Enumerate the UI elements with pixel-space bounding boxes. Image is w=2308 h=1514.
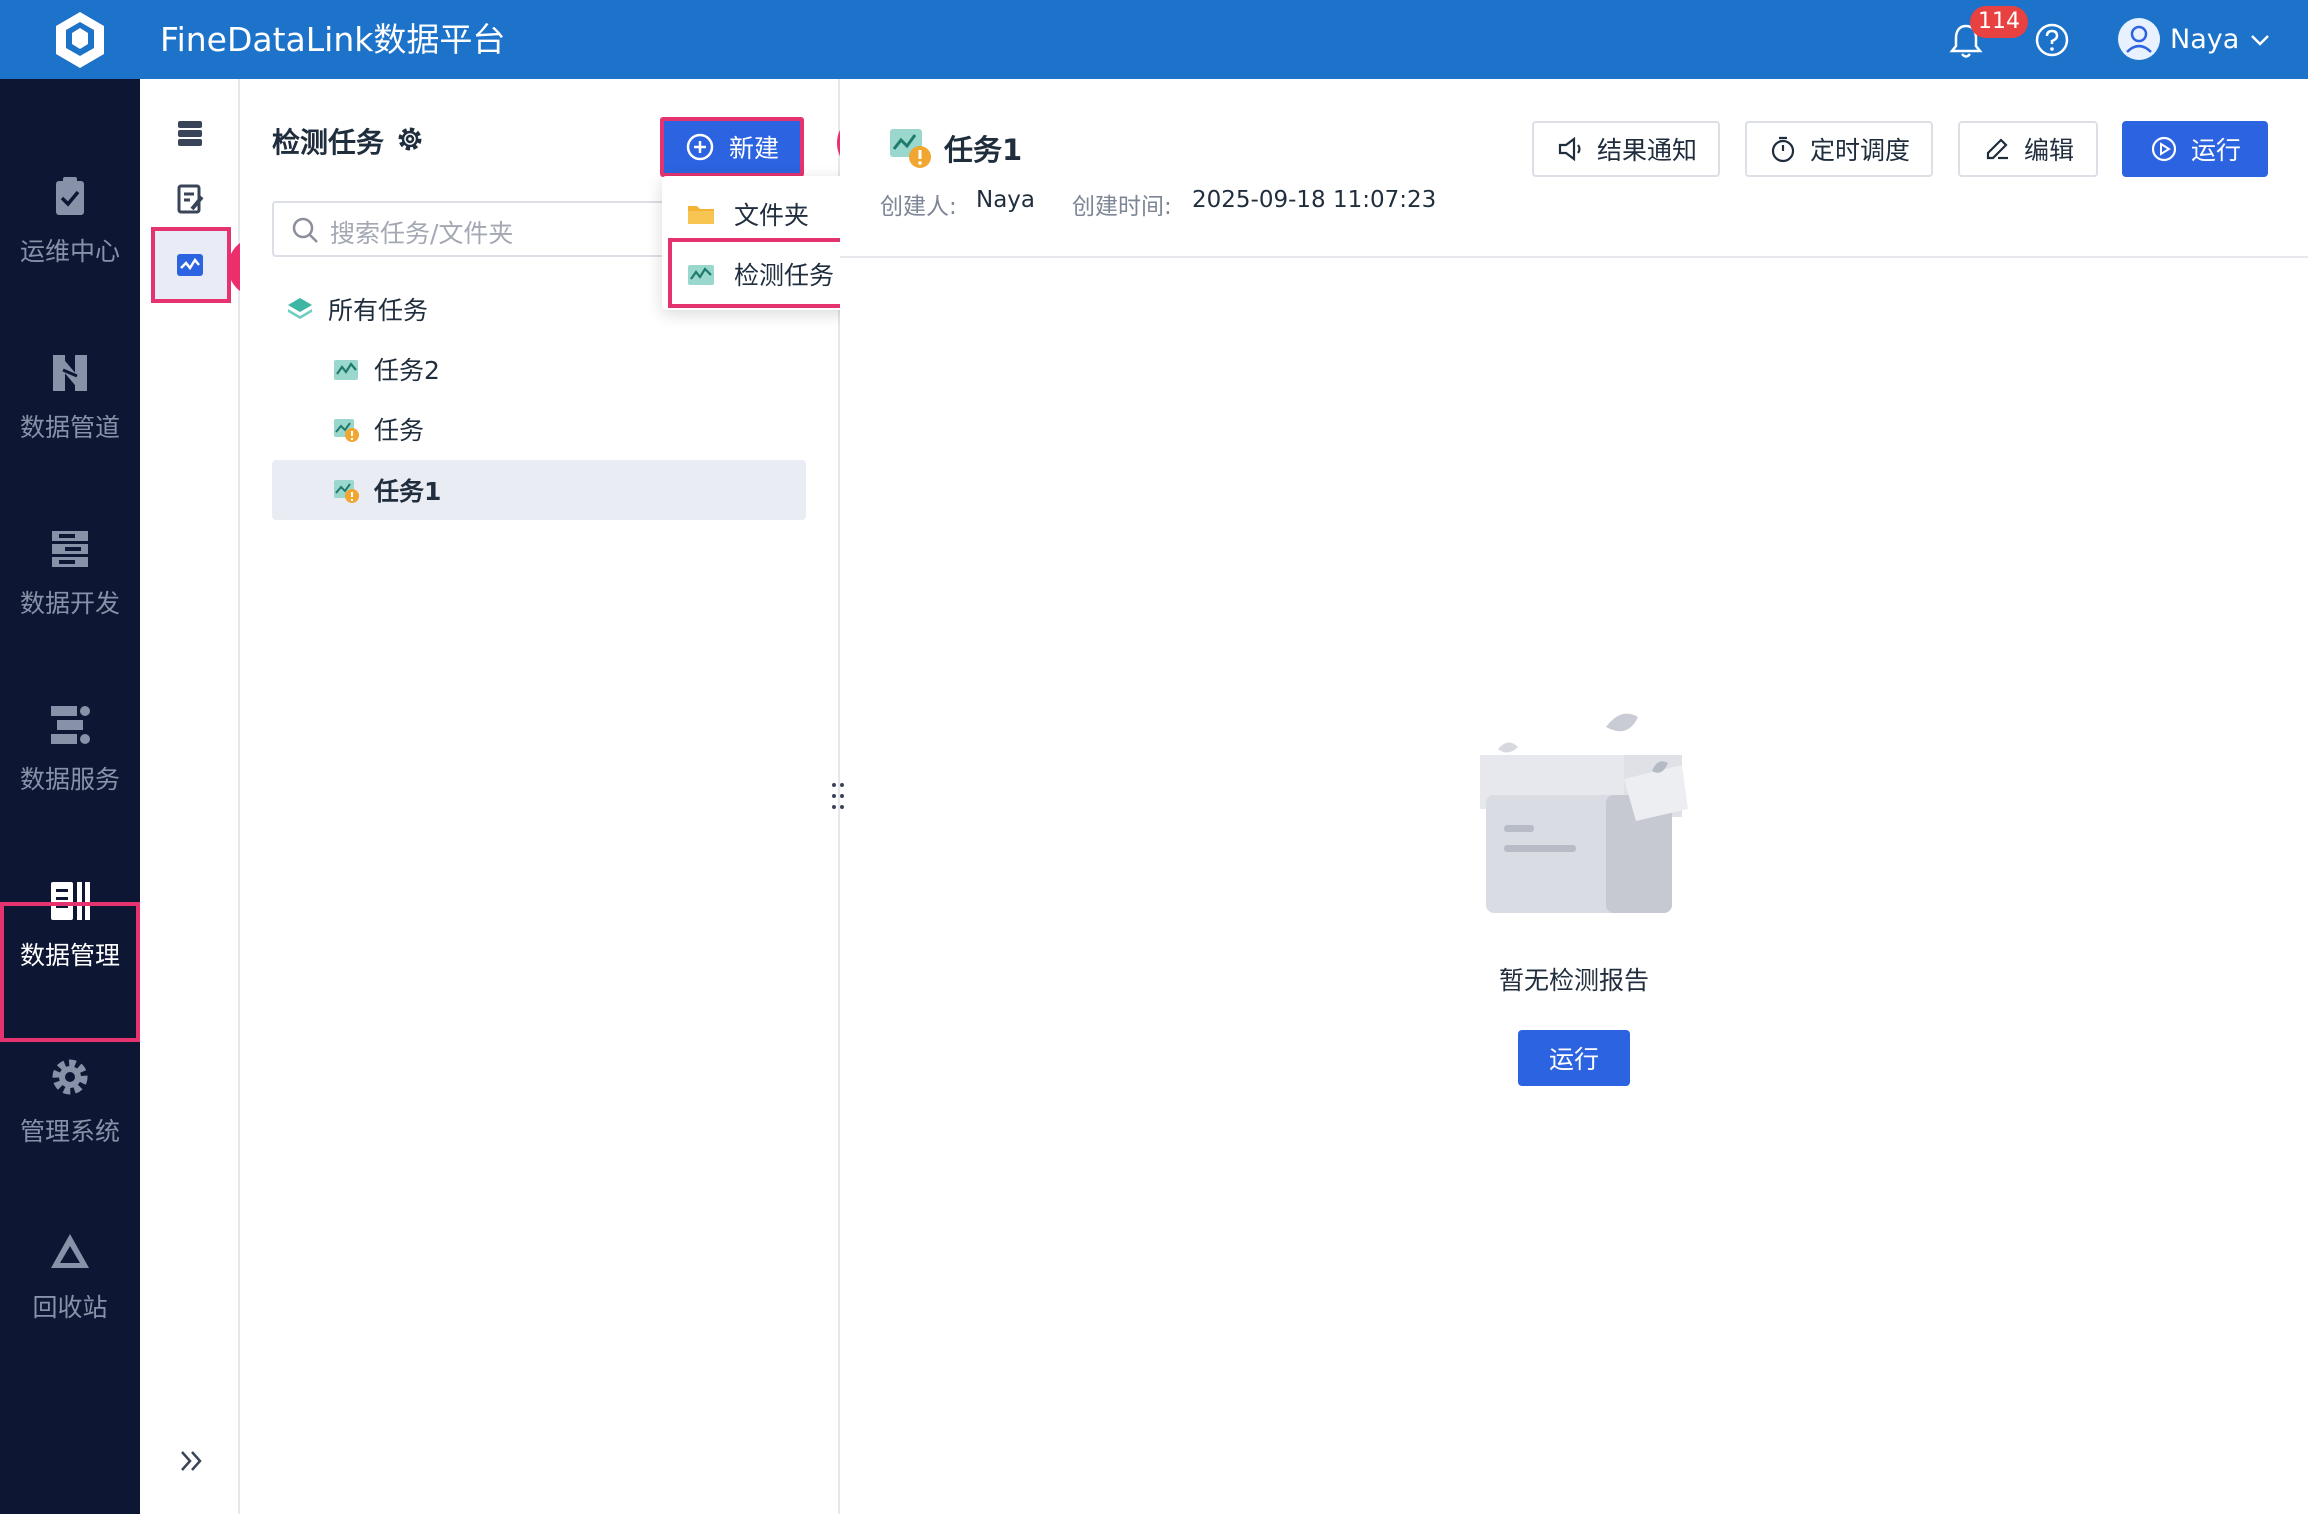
nav-item-recycle[interactable]: 回收站 — [0, 1209, 140, 1345]
layers-icon — [288, 298, 312, 319]
nav-item-dev[interactable]: 数据开发 — [0, 505, 140, 641]
tree-item-label: 任务 — [374, 416, 425, 445]
panel-title: 检测任务 — [272, 126, 385, 159]
username[interactable]: Naya — [2170, 20, 2239, 60]
search-placeholder: 搜索任务/文件夹 — [330, 219, 514, 248]
drag-handle-icon[interactable] — [828, 779, 848, 813]
nav-item-system[interactable]: 管理系统 — [0, 1033, 140, 1169]
edit-button-label: 编辑 — [2023, 136, 2074, 165]
tree-root[interactable]: 所有任务 — [286, 280, 428, 338]
menu-item-label: 文件夹 — [734, 201, 810, 230]
task-title: 任务1 — [944, 133, 1023, 167]
menu-item-folder[interactable]: 文件夹 — [662, 184, 852, 244]
created-time-value: 2025-09-18 11:07:23 — [1192, 187, 1437, 213]
play-circle-icon — [2151, 136, 2177, 162]
chevron-down-icon[interactable] — [2246, 26, 2274, 54]
app-logo-icon[interactable] — [48, 8, 112, 72]
task-warning-icon — [334, 480, 359, 503]
highlight-box — [0, 902, 140, 1042]
recycle-icon — [51, 1234, 89, 1268]
creator-value: Naya — [976, 187, 1036, 213]
tree-item-label: 任务1 — [374, 477, 442, 506]
top-bar: FineDataLink数据平台 114 Naya — [0, 0, 2308, 79]
sub-sidebar: 2 — [140, 79, 288, 1514]
pipeline-icon — [53, 355, 87, 391]
task-warning-icon — [334, 419, 359, 442]
divider — [840, 256, 2308, 258]
search-input[interactable]: 搜索任务/文件夹 — [272, 201, 692, 257]
tree-root-label: 所有任务 — [328, 296, 429, 325]
task-chart-icon — [334, 360, 358, 380]
doc-edit-icon[interactable] — [168, 177, 212, 221]
user-icon — [2126, 25, 2152, 53]
help-icon[interactable] — [2032, 20, 2072, 60]
timer-icon — [1771, 136, 1795, 163]
empty-box-illustration — [1480, 713, 1688, 913]
tree-item[interactable]: 任务2 — [332, 340, 440, 398]
service-icon — [51, 706, 90, 744]
nav-label: 数据管道 — [19, 413, 120, 442]
search-icon — [292, 217, 318, 243]
nav-label: 回收站 — [32, 1293, 108, 1322]
dev-icon — [52, 531, 88, 567]
expand-icon[interactable] — [174, 1443, 210, 1479]
database-icon[interactable] — [168, 111, 212, 155]
nav-label: 管理系统 — [19, 1117, 120, 1146]
new-button-label: 新建 — [728, 134, 779, 163]
avatar[interactable] — [2118, 18, 2160, 60]
schedule-button[interactable]: 定时调度 — [1745, 121, 1933, 177]
task-warning-icon — [890, 129, 931, 168]
nav-item-service[interactable]: 数据服务 — [0, 681, 140, 817]
new-button[interactable]: 新建 — [660, 117, 804, 177]
created-time-label: 创建时间: — [1072, 194, 1172, 220]
highlight-box — [151, 227, 231, 303]
empty-run-button[interactable]: 运行 — [1518, 1030, 1630, 1086]
nav-label: 数据服务 — [19, 765, 120, 794]
nav-label: 运维中心 — [19, 237, 120, 266]
notify-button[interactable]: 结果通知 — [1532, 121, 1720, 177]
gear-icon — [52, 1059, 88, 1095]
empty-state-text: 暂无检测报告 — [1498, 966, 1649, 995]
nav-label: 数据开发 — [19, 589, 120, 618]
run-button[interactable]: 运行 — [2122, 121, 2268, 177]
highlight-box — [668, 238, 850, 308]
clipboard-check-icon — [56, 177, 84, 215]
creator-label: 创建人: — [880, 194, 957, 220]
nav-item-ops-center[interactable]: 运维中心 — [0, 153, 140, 289]
tree-item[interactable]: 任务 — [332, 400, 424, 458]
settings-icon[interactable] — [394, 123, 426, 155]
folder-icon — [688, 206, 714, 224]
notify-button-label: 结果通知 — [1596, 136, 1697, 165]
speaker-icon — [1558, 136, 1581, 162]
edit-button[interactable]: 编辑 — [1958, 121, 2098, 177]
tree-item-selected[interactable]: 任务1 — [332, 461, 441, 519]
main-sidebar: 运维中心 数据管道 数据开发 数据服务 数据管理 管理系统 回收站 — [0, 79, 211, 1514]
run-button-label: 运行 — [2190, 136, 2241, 165]
schedule-button-label: 定时调度 — [1809, 136, 1910, 165]
task-detail-panel: 任务1 创建人: Naya 创建时间: 2025-09-18 11:07:23 … — [832, 79, 2308, 1514]
plus-circle-icon — [686, 133, 714, 161]
tree-item-label: 任务2 — [374, 356, 440, 385]
app-title: FineDataLink数据平台 — [160, 20, 506, 59]
pencil-icon — [1986, 138, 2008, 160]
notification-badge: 114 — [1970, 6, 2028, 38]
nav-item-pipeline[interactable]: 数据管道 — [0, 329, 140, 465]
